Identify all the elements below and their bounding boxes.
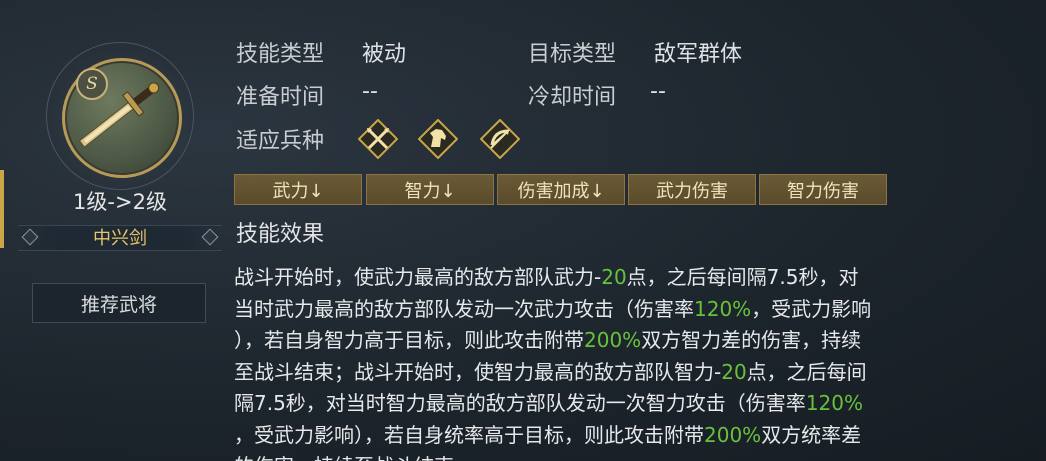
effect-text: 战斗开始时，使武力最高的敌方部队武力-	[234, 265, 602, 289]
effect-text: 双方统率差	[761, 422, 862, 447]
effect-text: 至战斗结束；战斗开始时，使智力最高的敌方部队智力-	[234, 359, 722, 384]
effect-text: 的伤害，持续至战斗结束。	[234, 454, 474, 461]
spear-icon	[358, 119, 398, 159]
skill-type-value: 被动	[362, 42, 407, 67]
effect-description: 战斗开始时，使武力最高的敌方部队武力-20点，之后每间隔7.5秒，对 当时武力最高…	[234, 262, 1024, 461]
prep-time-label: 准备时间	[236, 85, 325, 110]
troop-type-label: 适应兵种	[236, 129, 325, 154]
effect-highlight-value: 20	[601, 265, 627, 289]
effect-line: ，受武力影响），若自身统率高于目标，则此攻击附带200%双方统率差	[234, 420, 1024, 452]
effect-highlight-value: 200%	[704, 422, 762, 447]
effect-text: 双方智力差的伤害，持续	[641, 328, 862, 352]
tag-intel-down: 智力↓	[366, 174, 494, 205]
skill-name-plate: 中兴剑	[18, 222, 222, 252]
effect-highlight-value: 200%	[584, 328, 642, 352]
effect-line: 的伤害，持续至战斗结束。	[234, 451, 1024, 461]
effect-text: 点，之后每间	[746, 359, 867, 384]
effect-highlight-value: 20	[721, 359, 747, 384]
edge-accent	[0, 170, 4, 248]
effect-text: ），若自身智力高于目标，则此攻击附带	[234, 328, 584, 352]
effect-line: 当时武力最高的敌方部队发动一次武力攻击（伤害率120%，受武力影响	[234, 294, 1024, 326]
skill-name: 中兴剑	[93, 228, 147, 249]
tag-intel-damage: 智力伤害	[759, 174, 887, 205]
prep-time-value: --	[362, 79, 378, 104]
skill-grade-badge: S	[76, 68, 108, 100]
effect-highlight-value: 120%	[694, 296, 752, 321]
effect-text: ，受武力影响），若自身统率高于目标，则此攻击附带	[234, 422, 704, 447]
recommend-generals-button[interactable]: 推荐武将	[32, 283, 206, 323]
effect-text: 点，之后每间隔7.5秒，对	[626, 265, 859, 289]
skill-type-label: 技能类型	[236, 42, 325, 67]
effect-section-title: 技能效果	[236, 222, 325, 247]
effect-text: 当时武力最高的敌方部队发动一次武力攻击（伤害率	[234, 296, 694, 321]
target-type-label: 目标类型	[528, 42, 617, 67]
effect-text: ，受武力影响	[751, 296, 872, 321]
cooldown-label: 冷却时间	[528, 85, 617, 110]
effect-line: 隔7.5秒，对当时智力最高的敌方部队发动一次智力攻击（伤害率120%	[234, 388, 1024, 420]
target-type-value: 敌军群体	[654, 42, 743, 67]
archer-icon	[480, 119, 520, 159]
effect-highlight-value: 120%	[805, 391, 863, 415]
effect-line: 至战斗结束；战斗开始时，使智力最高的敌方部队智力-20点，之后每间	[234, 357, 1024, 389]
tag-damage-bonus-down: 伤害加成↓	[497, 174, 625, 205]
tag-force-down: 武力↓	[234, 174, 362, 205]
cooldown-value: --	[650, 79, 666, 104]
cavalry-icon	[418, 119, 458, 159]
effect-line: 战斗开始时，使武力最高的敌方部队武力-20点，之后每间隔7.5秒，对	[234, 262, 1024, 294]
effect-text: 隔7.5秒，对当时智力最高的敌方部队发动一次智力攻击（伤害率	[234, 391, 806, 415]
effect-line: ），若自身智力高于目标，则此攻击附带200%双方智力差的伤害，持续	[234, 325, 1024, 357]
skill-level-text: 1级->2级	[73, 190, 167, 214]
tag-force-damage: 武力伤害	[628, 174, 756, 205]
